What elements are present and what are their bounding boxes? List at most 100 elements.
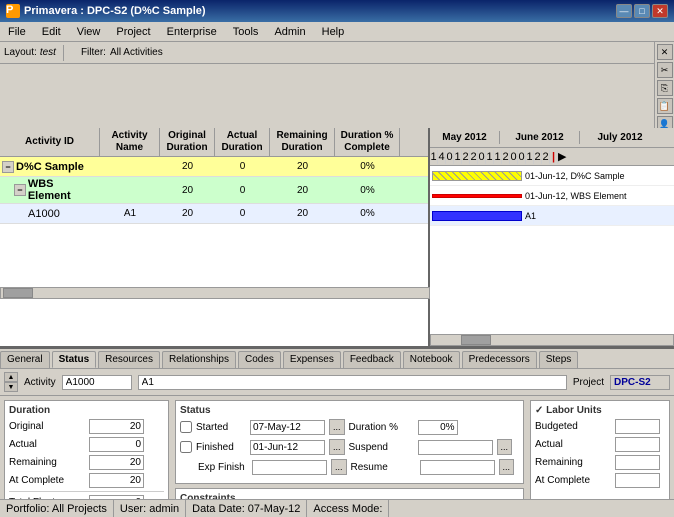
layout-label: Layout: bbox=[4, 47, 37, 58]
labor-budgeted-input[interactable] bbox=[615, 419, 660, 434]
activity-id-field[interactable] bbox=[62, 375, 132, 390]
tab-general[interactable]: General bbox=[0, 351, 50, 368]
labor-actual-label: Actual bbox=[535, 439, 615, 450]
month-may: May 2012 bbox=[430, 131, 500, 144]
started-checkbox[interactable] bbox=[180, 421, 192, 433]
started-input[interactable] bbox=[250, 420, 325, 435]
toolbar-btn-paste[interactable]: 📋 bbox=[657, 98, 673, 114]
exp-finish-input[interactable] bbox=[252, 460, 327, 475]
resume-input[interactable] bbox=[420, 460, 495, 475]
finished-checkbox[interactable] bbox=[180, 441, 192, 453]
row-actual-0: 0 bbox=[215, 160, 270, 173]
month-june: June 2012 bbox=[500, 131, 580, 144]
tab-predecessors[interactable]: Predecessors bbox=[462, 351, 537, 368]
row-remain-2: 20 bbox=[270, 207, 335, 220]
status-title: Status bbox=[180, 405, 519, 416]
menu-help[interactable]: Help bbox=[318, 25, 349, 39]
table-row[interactable]: A1000 A1 20 0 20 0% bbox=[0, 204, 428, 224]
started-row: Started ... Duration % bbox=[180, 419, 519, 435]
original-input[interactable] bbox=[89, 419, 144, 434]
row-name-0 bbox=[100, 166, 160, 168]
title-bar: P Primavera : DPC-S2 (D%C Sample) — □ ✕ bbox=[0, 0, 674, 22]
activity-name-field[interactable] bbox=[138, 375, 567, 390]
project-field[interactable] bbox=[610, 375, 670, 390]
divider bbox=[9, 491, 164, 492]
tab-notebook[interactable]: Notebook bbox=[403, 351, 460, 368]
suspend-input[interactable] bbox=[418, 440, 493, 455]
tab-relationships[interactable]: Relationships bbox=[162, 351, 236, 368]
detail-panel: General Status Resources Relationships C… bbox=[0, 348, 674, 517]
col-header-activity-name: ActivityName bbox=[100, 128, 160, 156]
row-name-1 bbox=[100, 189, 160, 191]
remaining-input[interactable] bbox=[89, 455, 144, 470]
duration-title: Duration bbox=[9, 405, 164, 416]
toolbar-btn-1[interactable]: ✕ bbox=[657, 44, 673, 60]
row-actual-1: 0 bbox=[215, 184, 270, 197]
started-browse[interactable]: ... bbox=[329, 419, 345, 435]
actual-row: Actual bbox=[9, 437, 164, 452]
menu-project[interactable]: Project bbox=[112, 25, 154, 39]
labor-remaining-input[interactable] bbox=[615, 455, 660, 470]
collapse-icon-wbs[interactable]: − bbox=[14, 184, 26, 196]
finished-browse[interactable]: ... bbox=[329, 439, 345, 455]
toolbar-btn-cut[interactable]: ✂ bbox=[657, 62, 673, 78]
menu-admin[interactable]: Admin bbox=[270, 25, 309, 39]
tab-steps[interactable]: Steps bbox=[539, 351, 579, 368]
at-complete-input[interactable] bbox=[89, 473, 144, 488]
original-row: Original bbox=[9, 419, 164, 434]
collapse-icon[interactable]: − bbox=[2, 161, 14, 173]
activity-nav[interactable]: ▲ ▼ bbox=[4, 372, 18, 392]
close-button[interactable]: ✕ bbox=[652, 4, 668, 18]
row-id-2: A1000 bbox=[28, 208, 60, 220]
actual-input[interactable] bbox=[89, 437, 144, 452]
gantt-bar-wbs bbox=[432, 194, 522, 198]
table-row[interactable]: − D%C Sample 20 0 20 0% bbox=[0, 157, 428, 177]
row-id-0: D%C Sample bbox=[16, 161, 84, 173]
labor-atcomplete-input[interactable] bbox=[615, 473, 660, 488]
gantt-scrollbar[interactable] bbox=[430, 334, 674, 346]
suspend-browse[interactable]: ... bbox=[497, 439, 513, 455]
status-bar: Portfolio: All Projects User: admin Data… bbox=[0, 499, 674, 517]
tab-feedback[interactable]: Feedback bbox=[343, 351, 401, 368]
menu-edit[interactable]: Edit bbox=[38, 25, 65, 39]
menu-view[interactable]: View bbox=[73, 25, 105, 39]
tab-codes[interactable]: Codes bbox=[238, 351, 281, 368]
tab-status[interactable]: Status bbox=[52, 351, 97, 368]
menu-enterprise[interactable]: Enterprise bbox=[163, 25, 221, 39]
labor-actual-input[interactable] bbox=[615, 437, 660, 452]
tabs: General Status Resources Relationships C… bbox=[0, 349, 674, 369]
gantt-chart: May 2012 June 2012 July 2012 1 4 0 1 2 2… bbox=[430, 128, 674, 346]
data-date-status: Data Date: 07-May-12 bbox=[186, 500, 307, 517]
tab-expenses[interactable]: Expenses bbox=[283, 351, 341, 368]
labor-title: ✓ Labor Units bbox=[535, 405, 665, 416]
gantt-label-0: 01-Jun-12, D%C Sample bbox=[525, 171, 625, 181]
gantt-bar-activity bbox=[432, 211, 522, 221]
tab-resources[interactable]: Resources bbox=[98, 351, 160, 368]
resume-browse[interactable]: ... bbox=[499, 459, 515, 475]
user-status: User: admin bbox=[114, 500, 186, 517]
toolbar: Layout: test Filter: All Activities bbox=[0, 42, 674, 64]
h-scrollbar[interactable] bbox=[0, 287, 430, 299]
col-header-actual-dur: ActualDuration bbox=[215, 128, 270, 156]
nav-down[interactable]: ▼ bbox=[4, 382, 18, 392]
exp-finish-browse[interactable]: ... bbox=[331, 459, 347, 475]
gantt-area: Activity ID ActivityName OriginalDuratio… bbox=[0, 128, 674, 348]
duration-pct-input[interactable] bbox=[418, 420, 458, 435]
finished-input[interactable] bbox=[250, 440, 325, 455]
menu-tools[interactable]: Tools bbox=[229, 25, 263, 39]
row-orig-0: 20 bbox=[160, 160, 215, 173]
maximize-button[interactable]: □ bbox=[634, 4, 650, 18]
gantt-bar-project bbox=[432, 171, 522, 181]
toolbar-btn-copy[interactable]: ⎘ bbox=[657, 80, 673, 96]
labor-budgeted-row: Budgeted bbox=[535, 419, 665, 434]
table-area: Activity ID ActivityName OriginalDuratio… bbox=[0, 128, 430, 346]
table-row[interactable]: − WBS Element 20 0 20 0% bbox=[0, 177, 428, 204]
minimize-button[interactable]: — bbox=[616, 4, 632, 18]
labor-remaining-row: Remaining bbox=[535, 455, 665, 470]
filter-value: All Activities bbox=[110, 47, 163, 58]
gantt-label-1: 01-Jun-12, WBS Element bbox=[525, 191, 627, 201]
menu-file[interactable]: File bbox=[4, 25, 30, 39]
row-remain-1: 20 bbox=[270, 184, 335, 197]
exp-finish-row: Exp Finish ... Resume ... bbox=[180, 459, 519, 475]
nav-up[interactable]: ▲ bbox=[4, 372, 18, 382]
